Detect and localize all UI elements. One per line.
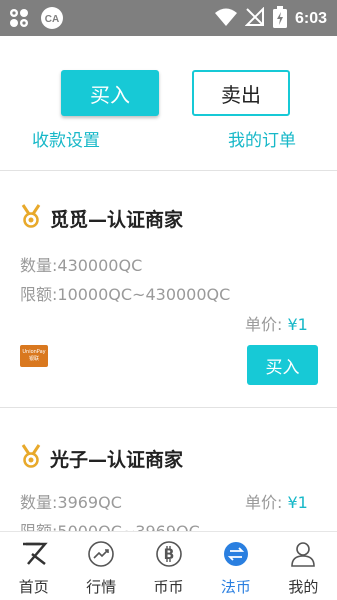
- tab-label: 首页: [18, 578, 49, 596]
- merchant-row: 觅觅—认证商家: [20, 204, 183, 232]
- no-signal-icon: [244, 6, 265, 31]
- medal-icon: [20, 444, 42, 472]
- tab-home[interactable]: 首页: [0, 532, 67, 600]
- svg-text:CA: CA: [45, 14, 59, 25]
- tab-coin[interactable]: B 币币: [135, 532, 202, 600]
- tab-label: 法币: [220, 578, 251, 596]
- sell-tab-button[interactable]: 卖出: [192, 70, 290, 116]
- limit-text: 限额:10000QC~430000QC: [20, 285, 231, 304]
- battery-charging-icon: [272, 6, 287, 32]
- clock: 6:03: [294, 10, 327, 27]
- unit-price-value: ¥1: [287, 493, 308, 512]
- tab-market[interactable]: 行情: [67, 532, 134, 600]
- app-badge-icon: [8, 7, 30, 33]
- unit-price-label: 单价:: [245, 493, 288, 512]
- tab-label: 我的: [288, 578, 319, 596]
- unit-price-label: 单价:: [245, 315, 288, 334]
- buy-button[interactable]: 买入: [247, 345, 318, 385]
- bottom-tab-bar: 首页 行情 B 币币 法币 我的: [0, 531, 337, 600]
- unit-price: 单价: ¥1: [245, 311, 308, 335]
- listing-card: 光子—认证商家 数量:3969QC 单价: ¥1 限额:5000QC~3969Q…: [0, 407, 337, 541]
- merchant-name[interactable]: 光子—认证商家: [50, 445, 183, 472]
- unit-price-value: ¥1: [287, 315, 308, 334]
- tab-profile[interactable]: 我的: [270, 532, 337, 600]
- home-logo-icon: [20, 540, 48, 572]
- fiat-exchange-icon: [222, 540, 250, 572]
- svg-text:B: B: [163, 547, 174, 563]
- tab-label: 币币: [153, 578, 184, 596]
- status-bar: CA 6:03: [0, 0, 337, 36]
- market-trend-icon: [87, 540, 115, 572]
- profile-icon: [289, 540, 317, 572]
- status-bar-right: 6:03: [214, 6, 327, 32]
- merchant-name[interactable]: 觅觅—认证商家: [50, 205, 183, 232]
- tab-fiat[interactable]: 法币: [202, 532, 269, 600]
- buy-tab-button[interactable]: 买入: [61, 70, 159, 116]
- unit-price: 单价: ¥1: [245, 489, 308, 513]
- my-orders-link[interactable]: 我的订单: [228, 126, 296, 151]
- bitcoin-icon: B: [155, 540, 183, 572]
- ca-icon: CA: [40, 6, 64, 34]
- unionpay-icon: UnionPay 银联: [20, 345, 48, 367]
- quantity-text: 数量:3969QC: [20, 493, 122, 512]
- payment-settings-link[interactable]: 收款设置: [32, 126, 100, 151]
- tab-label: 行情: [86, 578, 117, 596]
- status-bar-left: CA: [8, 6, 64, 34]
- merchant-row: 光子—认证商家: [20, 444, 183, 472]
- quantity-text: 数量:430000QC: [20, 256, 143, 275]
- quick-links: 收款设置 我的订单: [0, 126, 337, 152]
- wifi-icon: [214, 7, 237, 31]
- listing-card: 觅觅—认证商家 数量:430000QC 限额:10000QC~430000QC …: [0, 170, 337, 407]
- medal-icon: [20, 204, 42, 232]
- trade-switch: 买入 卖出: [0, 70, 337, 118]
